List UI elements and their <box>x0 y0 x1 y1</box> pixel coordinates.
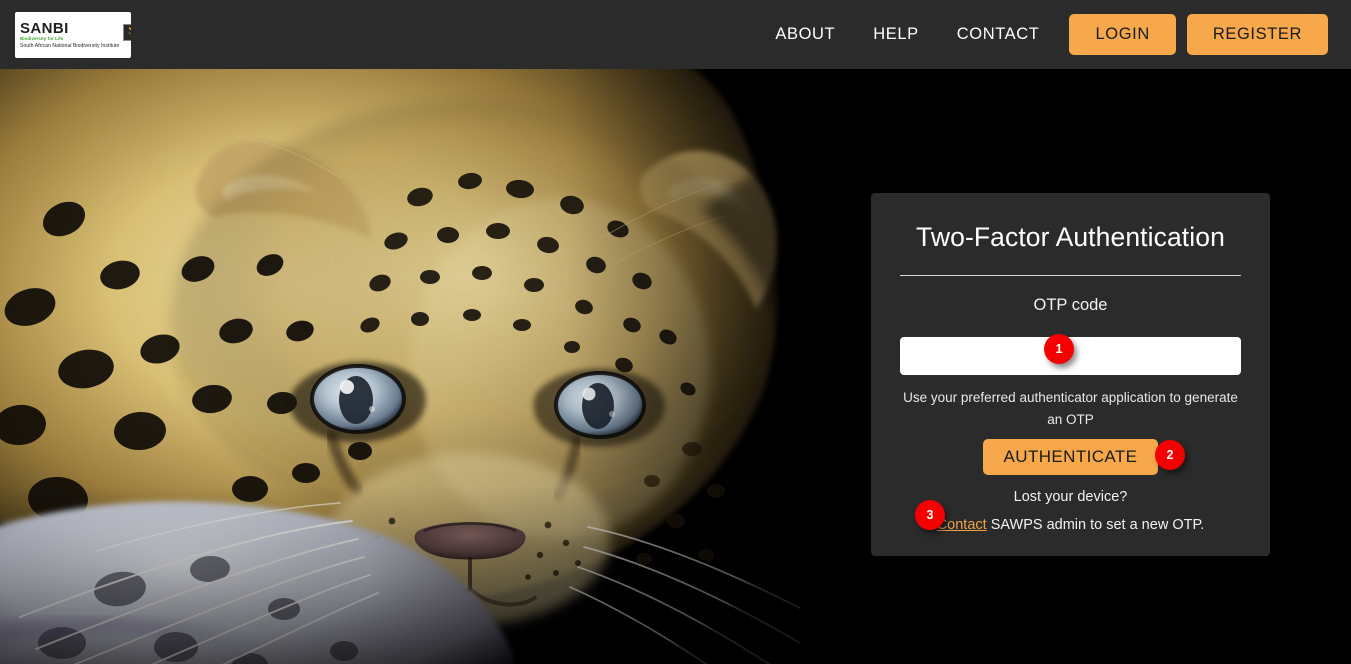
logo-tile-flower-icon <box>123 23 131 41</box>
site-header: SANBI Biodiversity for Life South Africa… <box>0 0 1351 69</box>
lost-device-text: Lost your device? <box>1013 489 1128 505</box>
logo-image-tiles <box>123 23 131 41</box>
contact-rest-text: SAWPS admin to set a new OTP. <box>986 517 1205 533</box>
nav-item-about[interactable]: ABOUT <box>756 17 854 52</box>
step-marker-2: 2 <box>1155 440 1185 470</box>
page-title: Two-Factor Authentication <box>916 222 1225 252</box>
title-divider <box>900 275 1241 276</box>
nav-item-contact[interactable]: CONTACT <box>938 17 1059 52</box>
authenticate-row: AUTHENTICATE <box>900 439 1241 475</box>
logo-full-name: South African National Biodiversity Inst… <box>20 42 120 49</box>
otp-help-text: Use your preferred authenticator applica… <box>903 390 1238 427</box>
sanbi-logo[interactable]: SANBI Biodiversity for Life South Africa… <box>15 12 131 58</box>
step-marker-3: 3 <box>915 500 945 530</box>
page-root: SANBI Biodiversity for Life South Africa… <box>0 0 1351 664</box>
contact-admin-text: Contact SAWPS admin to set a new OTP. <box>900 515 1241 535</box>
main-navigation: ABOUT HELP CONTACT LOGIN REGISTER <box>756 0 1328 69</box>
otp-field-label: OTP code <box>1033 296 1108 314</box>
login-button[interactable]: LOGIN <box>1069 14 1176 55</box>
nav-item-help[interactable]: HELP <box>854 17 938 52</box>
step-marker-1: 1 <box>1044 334 1074 364</box>
logo-text-block: SANBI Biodiversity for Life South Africa… <box>20 21 121 50</box>
logo-acronym: SANBI <box>20 19 69 37</box>
authenticate-button[interactable]: AUTHENTICATE <box>982 439 1159 475</box>
register-button[interactable]: REGISTER <box>1186 14 1328 55</box>
